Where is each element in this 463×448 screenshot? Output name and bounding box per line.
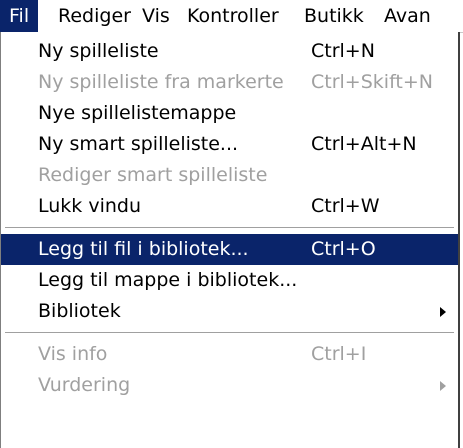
submenu-arrow-icon (440, 307, 446, 317)
menu-kontroller[interactable]: Kontroller (178, 0, 288, 32)
menu-item-vurdering: Vurdering (1, 370, 458, 401)
submenu-arrow-icon (440, 381, 446, 391)
menu-item-ny-smart-spilleliste[interactable]: Ny smart spilleliste... Ctrl+Alt+N (1, 129, 458, 160)
menu-item-vis-info: Vis info Ctrl+I (1, 339, 458, 370)
menu-item-shortcut: Ctrl+Skift+N (311, 71, 434, 93)
menu-item-nye-spillelistemappe[interactable]: Nye spillelistemappe (1, 98, 458, 129)
separator-line (5, 332, 454, 334)
menu-item-shortcut: Ctrl+Alt+N (311, 133, 417, 155)
menu-item-label: Ny spilleliste (38, 40, 159, 62)
menu-fil[interactable]: Fil (0, 0, 39, 32)
menu-vis[interactable]: Vis (133, 0, 179, 32)
menu-item-label: Nye spillelistemappe (38, 102, 237, 124)
menu-item-legg-til-mappe[interactable]: Legg til mappe i bibliotek... (1, 265, 458, 296)
menu-item-bibliotek[interactable]: Bibliotek (1, 296, 458, 327)
menu-rediger[interactable]: Rediger (49, 0, 140, 32)
menu-item-ny-spilleliste[interactable]: Ny spilleliste Ctrl+N (1, 36, 458, 67)
menu-bar: Fil Rediger Vis Kontroller Butikk Avan (0, 0, 463, 33)
menu-item-legg-til-fil[interactable]: Legg til fil i bibliotek... Ctrl+O (1, 234, 458, 265)
menu-item-rediger-smart-spilleliste: Rediger smart spilleliste (1, 160, 458, 191)
menu-item-label: Ny spilleliste fra markerte (38, 71, 284, 93)
menu-item-shortcut: Ctrl+O (311, 238, 376, 260)
menu-item-label: Vurdering (38, 374, 131, 396)
menu-item-shortcut: Ctrl+N (311, 40, 375, 62)
menu-item-shortcut: Ctrl+I (311, 343, 367, 365)
menu-butikk[interactable]: Butikk (295, 0, 373, 32)
menu-item-lukk-vindu[interactable]: Lukk vindu Ctrl+W (1, 191, 458, 222)
menu-item-shortcut: Ctrl+W (311, 195, 380, 217)
menu-item-label: Bibliotek (38, 300, 121, 322)
menu-item-label: Lukk vindu (38, 195, 142, 217)
menu-item-label: Vis info (38, 343, 108, 365)
file-menu-dropdown: Ny spilleliste Ctrl+N Ny spilleliste fra… (0, 32, 460, 448)
menu-separator (1, 222, 458, 234)
menu-item-label: Ny smart spilleliste... (38, 133, 239, 155)
menu-item-label: Rediger smart spilleliste (38, 164, 268, 186)
menu-item-label: Legg til fil i bibliotek... (38, 238, 249, 260)
menu-item-ny-spilleliste-fra-markerte: Ny spilleliste fra markerte Ctrl+Skift+N (1, 67, 458, 98)
separator-line (5, 227, 454, 229)
menu-avansert[interactable]: Avan (375, 0, 440, 32)
menu-separator (1, 327, 458, 339)
menu-item-label: Legg til mappe i bibliotek... (38, 269, 298, 291)
